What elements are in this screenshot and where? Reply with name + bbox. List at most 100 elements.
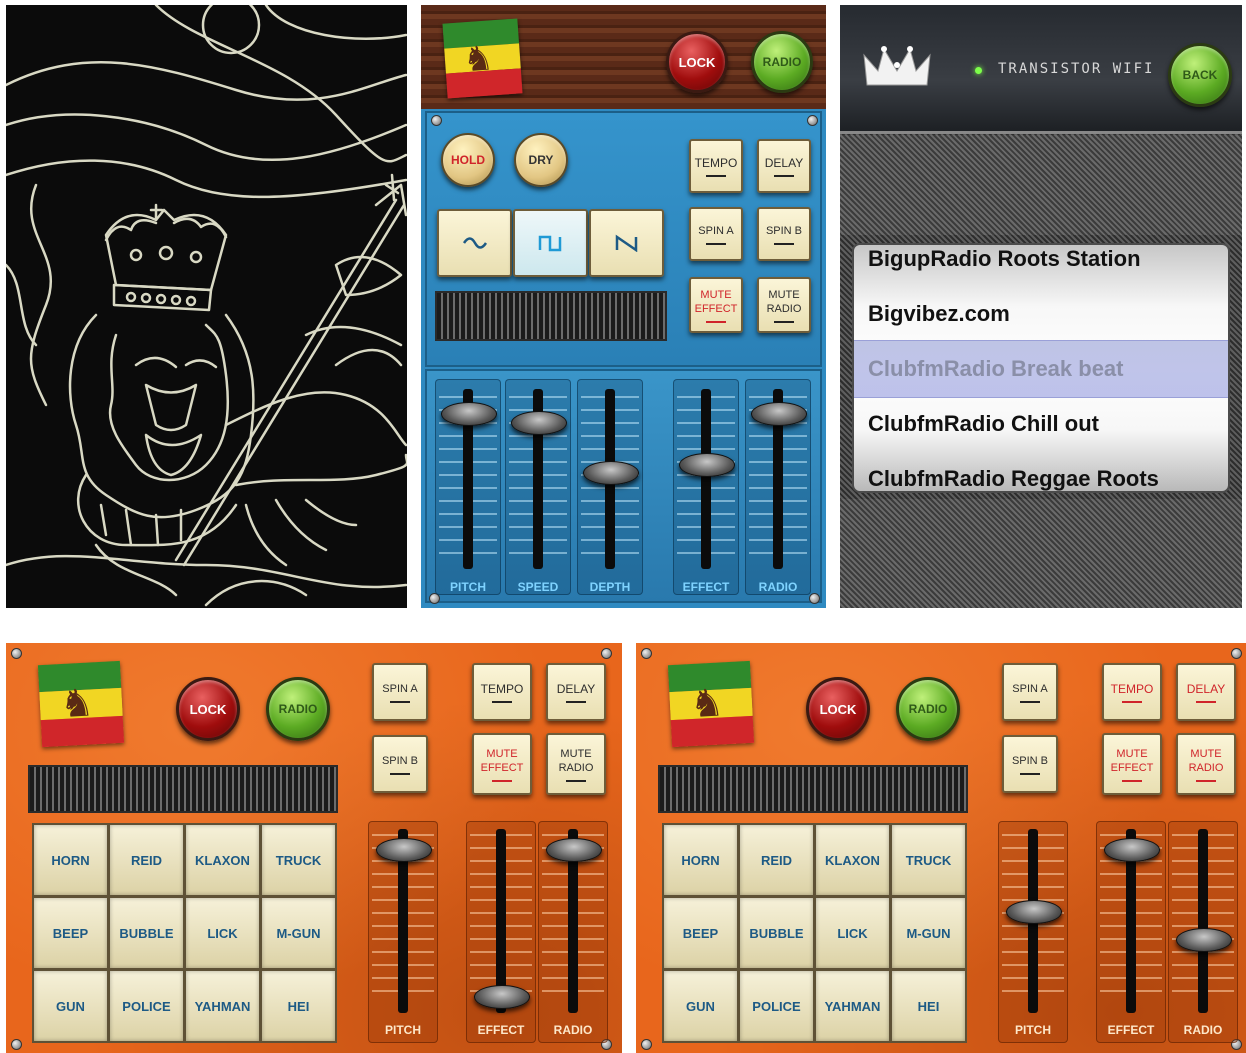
line-art-panel [6,5,407,608]
mute-effect-button[interactable]: MUTE EFFECT [1102,733,1162,795]
radio-button[interactable]: RADIO [751,31,813,93]
pad-gun[interactable]: GUN [662,969,739,1043]
wave-square-button[interactable] [513,209,588,277]
wave-sawtooth-button[interactable] [589,209,664,277]
slider-knob[interactable] [1176,927,1232,952]
slider-knob[interactable] [583,461,639,485]
lock-button[interactable]: LOCK [176,677,240,741]
radio-station-screen: TRANSISTOR WIFI BACK BigupRadio Roots St… [840,5,1242,608]
slider-knob[interactable] [679,453,735,477]
slider-label: RADIO [758,580,798,594]
slider-knob[interactable] [441,401,497,426]
slider-label: EFFECT [477,1023,525,1037]
slider-knob[interactable] [1104,837,1160,862]
square-wave-icon [538,235,561,252]
pad-police[interactable]: POLICE [108,969,185,1043]
wave-sine-button[interactable] [437,209,512,277]
pad-gun[interactable]: GUN [32,969,109,1043]
tempo-button[interactable]: TEMPO [472,663,532,721]
station-item[interactable]: BigupRadio Roots Station [868,245,1141,285]
slider-track [701,389,711,569]
slider-knob[interactable] [751,401,807,426]
crown-icon [863,46,931,86]
mute-effect-button[interactable]: MUTE EFFECT [472,733,532,795]
spin-a-button[interactable]: SPIN A [689,207,743,261]
slider-label: PITCH [1015,1023,1051,1037]
mute-radio-button[interactable]: MUTE RADIO [757,277,811,333]
hold-button[interactable]: HOLD [441,133,495,187]
orange-mixer-screen-left: ♞ LOCK RADIO SPIN A SPIN B TEMPO DELAY M… [6,643,622,1053]
delay-button[interactable]: DELAY [546,663,606,721]
pad-yahman[interactable]: YAHMAN [814,969,891,1043]
pad-beep[interactable]: BEEP [32,896,109,970]
pad-bubble[interactable]: BUBBLE [738,896,815,970]
pad-hei[interactable]: HEI [260,969,337,1043]
slider-label: PITCH [450,580,486,594]
spin-a-button[interactable]: SPIN A [1002,663,1058,721]
speaker-grille [435,291,667,341]
pad-truck[interactable]: TRUCK [260,823,337,897]
back-button[interactable]: BACK [1168,43,1232,107]
slider-label: DEPTH [589,580,631,594]
mute-radio-button[interactable]: MUTE RADIO [546,733,606,795]
speaker-grille [28,765,338,813]
pad-reid[interactable]: REID [108,823,185,897]
speaker-mesh-bottom [840,499,1242,608]
pad-yahman[interactable]: YAHMAN [184,969,261,1043]
sawtooth-wave-icon [615,234,637,252]
radio-title: TRANSISTOR WIFI [998,61,1155,77]
slider-label: SPEED [517,580,559,594]
pad-bubble[interactable]: BUBBLE [108,896,185,970]
pad-lick[interactable]: LICK [184,896,261,970]
speaker-grille [658,765,968,813]
radio-button[interactable]: RADIO [266,677,330,741]
lock-button[interactable]: LOCK [806,677,870,741]
spin-b-button[interactable]: SPIN B [372,735,428,793]
mute-effect-button[interactable]: MUTE EFFECT [689,277,743,333]
status-led-icon [975,67,982,74]
slider-label: RADIO [1183,1023,1223,1037]
pad-m-gun[interactable]: M-GUN [890,896,967,970]
lion-icon: ♞ [688,682,726,727]
station-list[interactable]: BigupRadio Roots Station Bigvibez.com Club… [852,243,1230,493]
station-item[interactable]: ClubfmRadio Reggae Roots [868,465,1159,491]
slider-label: PITCH [385,1023,421,1037]
scepter-icon [174,173,407,567]
lock-button[interactable]: LOCK [666,31,728,93]
lion-icon: ♞ [461,39,495,80]
rasta-flag-icon: ♞ [442,18,523,99]
tempo-button[interactable]: TEMPO [1102,663,1162,721]
pad-hei[interactable]: HEI [890,969,967,1043]
pad-m-gun[interactable]: M-GUN [260,896,337,970]
pad-horn[interactable]: HORN [32,823,109,897]
pad-truck[interactable]: TRUCK [890,823,967,897]
slider-label: EFFECT [1107,1023,1155,1037]
pad-beep[interactable]: BEEP [662,896,739,970]
mute-radio-button[interactable]: MUTE RADIO [1176,733,1236,795]
delay-button[interactable]: DELAY [1176,663,1236,721]
speaker-mesh-top [840,135,1242,235]
pad-police[interactable]: POLICE [738,969,815,1043]
pad-horn[interactable]: HORN [662,823,739,897]
delay-button[interactable]: DELAY [757,139,811,193]
tempo-button[interactable]: TEMPO [689,139,743,193]
pad-reid[interactable]: REID [738,823,815,897]
slider-knob[interactable] [376,837,432,862]
lion-illustration [6,5,407,607]
station-item[interactable]: ClubfmRadio Chill out [868,410,1099,450]
station-item[interactable]: Bigvibez.com [868,300,1010,340]
slider-knob[interactable] [546,837,602,862]
spin-a-button[interactable]: SPIN A [372,663,428,721]
pad-klaxon[interactable]: KLAXON [814,823,891,897]
rasta-flag-icon: ♞ [37,660,125,748]
sun-icon [201,5,261,55]
spin-b-button[interactable]: SPIN B [757,207,811,261]
spin-b-button[interactable]: SPIN B [1002,735,1058,793]
pad-klaxon[interactable]: KLAXON [184,823,261,897]
slider-label: RADIO [553,1023,593,1037]
radio-button[interactable]: RADIO [896,677,960,741]
blue-effects-screen: ♞ LOCK RADIO HOLD DRY TEMPO DELAY SPIN A… [421,5,826,608]
station-item[interactable]: ClubfmRadio Break beat [868,355,1124,395]
dry-button[interactable]: DRY [514,133,568,187]
pad-lick[interactable]: LICK [814,896,891,970]
